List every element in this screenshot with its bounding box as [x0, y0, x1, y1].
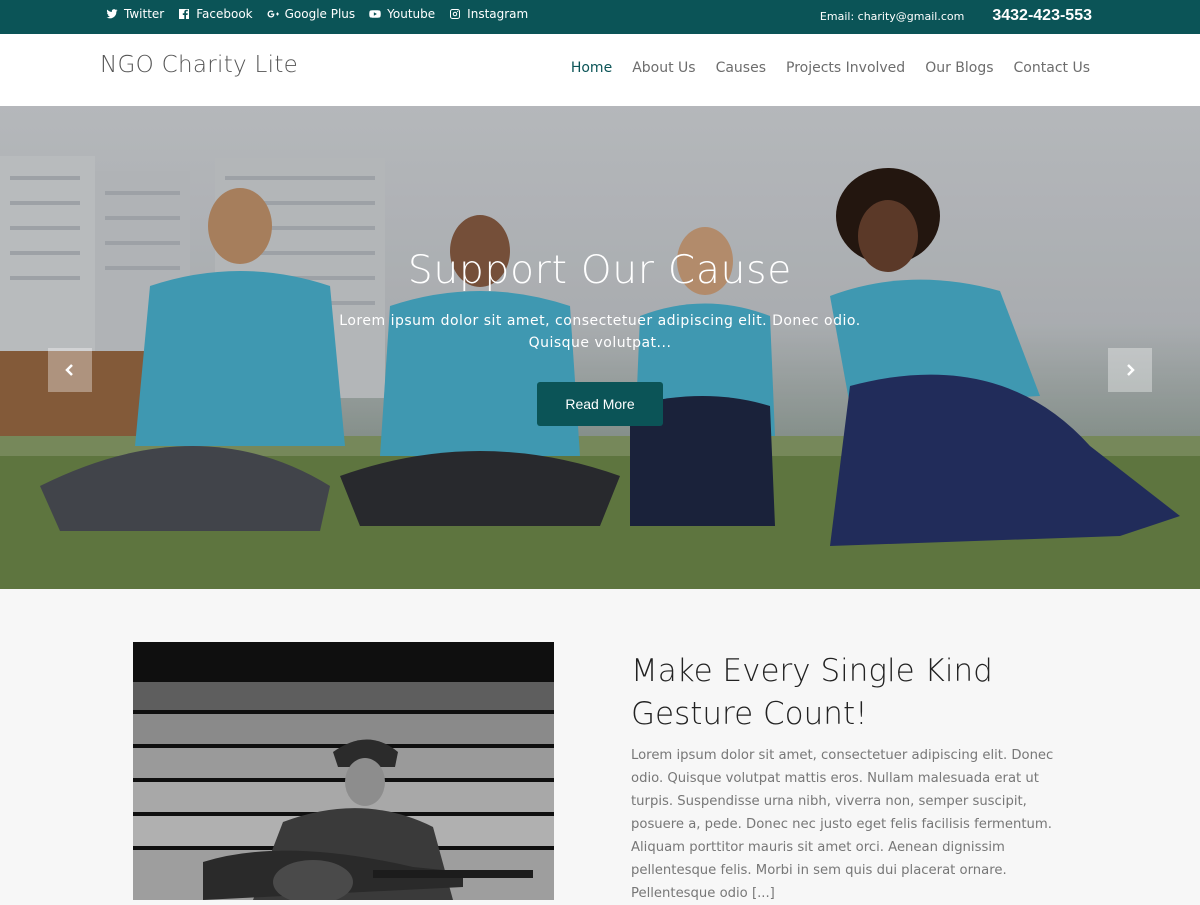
- about-text: Lorem ipsum dolor sit amet, consectetuer…: [631, 748, 1054, 901]
- nav-causes[interactable]: Causes: [716, 60, 766, 76]
- google-plus-icon: [267, 10, 279, 18]
- hero-text: Lorem ipsum dolor sit amet, consectetuer…: [339, 313, 861, 351]
- about-title: Make Every Single Kind Gesture Count!: [631, 653, 993, 732]
- nav-our-blogs[interactable]: Our Blogs: [925, 60, 993, 76]
- social-link-facebook[interactable]: Facebook: [178, 7, 253, 21]
- main-nav: Home About Us Causes Projects Involved O…: [571, 60, 1090, 76]
- nav-home[interactable]: Home: [571, 60, 612, 76]
- hero-title: Support Our Cause: [407, 248, 793, 293]
- social-link-youtube[interactable]: Youtube: [369, 7, 435, 21]
- social-links: Twitter Facebook Google Plus Youtube Ins…: [106, 0, 528, 28]
- contact-email[interactable]: Email: charity@gmail.com: [820, 10, 964, 23]
- chevron-right-icon: [1127, 364, 1135, 376]
- social-link-twitter[interactable]: Twitter: [106, 7, 164, 21]
- slider-prev-button[interactable]: [48, 348, 92, 392]
- top-contact: Email: charity@gmail.com 3432-423-553: [820, 0, 1092, 32]
- chevron-left-icon: [65, 364, 73, 376]
- social-label-google-plus: Google Plus: [284, 7, 356, 21]
- twitter-icon: [106, 9, 118, 19]
- youtube-icon: [369, 10, 381, 18]
- social-label-instagram: Instagram: [467, 7, 529, 21]
- site-logo[interactable]: NGO Charity Lite: [100, 52, 298, 78]
- about-image: [133, 642, 554, 900]
- social-link-instagram[interactable]: Instagram: [449, 7, 528, 21]
- site-header: NGO Charity Lite Home About Us Causes Pr…: [0, 34, 1200, 106]
- read-more-button[interactable]: Read More: [537, 382, 663, 426]
- nav-contact-us[interactable]: Contact Us: [1014, 60, 1090, 76]
- hero-slider: Support Our Cause Lorem ipsum dolor sit …: [0, 106, 1200, 589]
- social-label-youtube: Youtube: [387, 7, 436, 21]
- social-link-google-plus[interactable]: Google Plus: [267, 7, 356, 21]
- contact-phone[interactable]: 3432-423-553: [992, 7, 1092, 25]
- slider-next-button[interactable]: [1108, 348, 1152, 392]
- top-bar: Twitter Facebook Google Plus Youtube Ins…: [0, 0, 1200, 34]
- social-label-twitter: Twitter: [124, 7, 165, 21]
- social-label-facebook: Facebook: [196, 7, 253, 21]
- facebook-icon: [179, 9, 190, 19]
- instagram-icon: [450, 9, 461, 19]
- nav-projects-involved[interactable]: Projects Involved: [786, 60, 905, 76]
- nav-about-us[interactable]: About Us: [632, 60, 695, 76]
